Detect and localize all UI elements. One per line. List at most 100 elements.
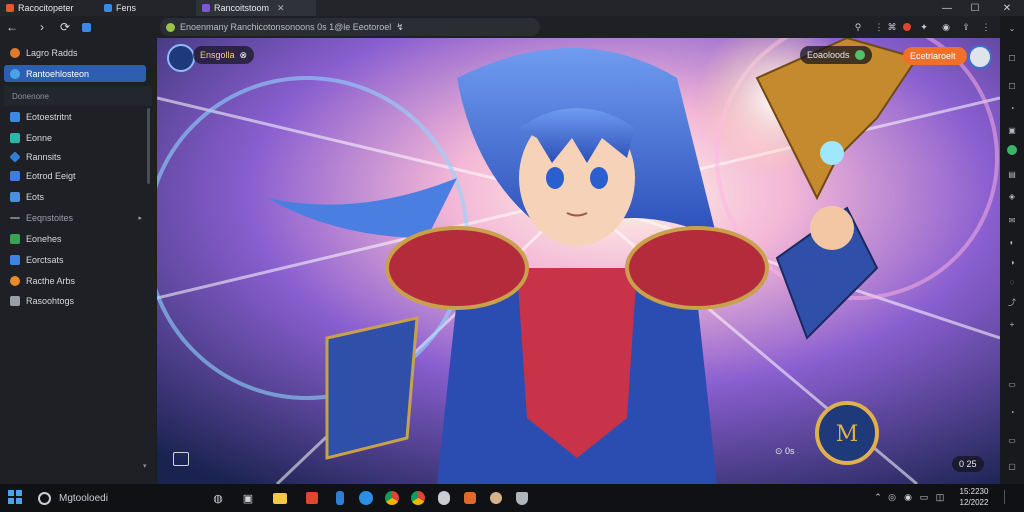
- tab-2[interactable]: Rancoitstoom ✕: [196, 0, 316, 16]
- game-viewport[interactable]: M: [157, 38, 1000, 484]
- back-button[interactable]: ←: [4, 19, 20, 35]
- app-avatar-icon[interactable]: [486, 488, 506, 508]
- blue-file-icon: [10, 111, 20, 122]
- store-icon[interactable]: [302, 488, 322, 508]
- office-icon[interactable]: ◐: [1006, 236, 1018, 248]
- apps-icon[interactable]: ◈: [1006, 190, 1018, 202]
- orange-gear-icon: [10, 275, 20, 286]
- search-icon: [38, 491, 51, 505]
- refresh-button[interactable]: ⟳: [57, 19, 73, 35]
- copilot-icon[interactable]: ◍: [208, 488, 228, 508]
- history-icon[interactable]: ◔: [1006, 102, 1018, 114]
- clock-date: 12/2022: [959, 498, 989, 507]
- sidebar-item-8[interactable]: Eonehes: [4, 230, 146, 247]
- tab-favicon-icon: [202, 4, 210, 12]
- chrome-2-icon[interactable]: [408, 488, 428, 508]
- outlook-icon[interactable]: ◑: [1006, 256, 1018, 268]
- sidebar-item-2[interactable]: Eotoestritnt: [4, 108, 146, 125]
- edge-icon[interactable]: [356, 488, 376, 508]
- tray-keyboard-icon[interactable]: ▭: [918, 491, 930, 503]
- games-icon[interactable]: [1006, 144, 1018, 156]
- drop-icon[interactable]: ◌: [1006, 276, 1018, 288]
- chevron-right-icon[interactable]: ▸: [138, 214, 142, 222]
- shield-icon[interactable]: [901, 21, 913, 33]
- sidebar-item-4[interactable]: Rannsits: [4, 148, 146, 165]
- teal-icon: [10, 132, 20, 143]
- bookmark-icon[interactable]: ⋮: [873, 21, 885, 33]
- taskbar-clock[interactable]: 15:2230 12/2022: [952, 486, 996, 510]
- tray-app-icon[interactable]: ◎: [886, 491, 898, 503]
- tab-favicon-icon: [6, 4, 14, 12]
- sidebar-item-1[interactable]: Rantoehlosteon: [4, 65, 146, 82]
- favorites-icon[interactable]: ☐: [1006, 52, 1018, 64]
- share-icon[interactable]: ⇪: [960, 21, 972, 33]
- add-rail-icon[interactable]: +: [1006, 318, 1018, 330]
- chrome-icon[interactable]: [382, 488, 402, 508]
- player-avatar[interactable]: [167, 44, 195, 72]
- taskbar-search[interactable]: Mgtooloedi: [30, 487, 230, 509]
- sidebar-item-10[interactable]: Racthe Arbs: [4, 272, 146, 289]
- chevron-down-icon[interactable]: ▾: [143, 462, 147, 470]
- sidebar-item-5[interactable]: Eotrod Eeigt: [4, 167, 146, 184]
- layout-icon[interactable]: ▭: [1006, 378, 1018, 390]
- app-shield-icon[interactable]: [512, 488, 532, 508]
- sidebar-scrollbar[interactable]: [147, 108, 150, 184]
- menu-icon[interactable]: ⋮: [980, 21, 992, 33]
- task-view-icon[interactable]: ▣: [238, 488, 258, 508]
- address-bar[interactable]: Enoenmany Ranchicotonsonoons 0s 1@le Eeo…: [160, 18, 540, 36]
- file-explorer-icon[interactable]: [270, 488, 290, 508]
- close-window-button[interactable]: ✕: [996, 0, 1018, 16]
- app-orange-icon[interactable]: [460, 488, 480, 508]
- forward-button[interactable]: ›: [34, 19, 50, 35]
- collections-icon[interactable]: ☐: [1006, 80, 1018, 92]
- puzzle-icon[interactable]: ✦: [918, 21, 930, 33]
- site-info-icon[interactable]: [166, 22, 175, 32]
- tools-icon[interactable]: ▤: [1006, 168, 1018, 180]
- rail-expand-icon[interactable]: ▢: [1006, 460, 1018, 472]
- sidebar-item-6[interactable]: Eots: [4, 188, 146, 205]
- tab-close-icon[interactable]: ✕: [277, 3, 285, 14]
- start-button[interactable]: [8, 490, 22, 504]
- tray-volume-icon[interactable]: ◫: [934, 491, 946, 503]
- feedback-icon[interactable]: ◔: [1006, 406, 1018, 418]
- orange-circle-icon: [10, 47, 20, 58]
- blue-icon: [10, 254, 20, 265]
- sidebar-item-3[interactable]: Eonne: [4, 129, 146, 146]
- search-placeholder: Mgtooloedi: [59, 492, 108, 504]
- tab-1[interactable]: Fens: [98, 0, 196, 16]
- rail-settings-icon[interactable]: ▭: [1006, 434, 1018, 446]
- home-icon[interactable]: [78, 19, 94, 35]
- tray-network-icon[interactable]: ◉: [902, 491, 914, 503]
- game-artwork: M: [157, 38, 1000, 484]
- sidebar-item-11[interactable]: Rasoohtogs: [4, 292, 146, 309]
- tab-0[interactable]: Racocitopeter: [0, 0, 98, 16]
- sidebar-item-0[interactable]: Lagro Radds: [4, 44, 146, 61]
- player-name-pill[interactable]: Ensgolla ⊗: [193, 46, 255, 64]
- app-gray-icon[interactable]: [434, 488, 454, 508]
- sidebar-item-9[interactable]: Eorctsats: [4, 251, 146, 268]
- settings-avatar-icon[interactable]: [968, 45, 992, 69]
- chip-label: Eoaoloods: [807, 50, 850, 60]
- sidebar-item-label: Eots: [26, 191, 45, 202]
- currency-chip[interactable]: Eoaoloods: [800, 46, 872, 64]
- profile-icon[interactable]: ◉: [940, 21, 952, 33]
- tab-search-icon[interactable]: ⌄: [1006, 22, 1018, 34]
- fullscreen-icon[interactable]: [173, 452, 189, 466]
- downloads-icon[interactable]: ▣: [1006, 124, 1018, 136]
- minimize-button[interactable]: —: [936, 0, 958, 16]
- mail-icon[interactable]: ✉: [1006, 214, 1018, 226]
- sidebar-item-7[interactable]: Eeqnstoites ▸: [4, 209, 146, 226]
- download-icon[interactable]: ⌘: [886, 21, 898, 33]
- tray-chevron-icon[interactable]: ⌃: [872, 491, 884, 503]
- app-blue-icon[interactable]: [330, 488, 350, 508]
- address-action-icon[interactable]: ↯: [396, 22, 404, 33]
- tab-label: Rancoitstoom: [214, 3, 270, 13]
- svg-text:M: M: [836, 422, 859, 447]
- action-button[interactable]: Ecetrlaroelt: [903, 47, 967, 65]
- globe-icon: [10, 68, 20, 79]
- extension-icon[interactable]: ⚲: [852, 21, 864, 33]
- share-rail-icon[interactable]: ⤴: [1006, 296, 1018, 308]
- sidebar-item-label: Eorctsats: [26, 254, 64, 265]
- show-desktop-button[interactable]: [1004, 490, 1017, 504]
- maximize-button[interactable]: ☐: [964, 0, 986, 16]
